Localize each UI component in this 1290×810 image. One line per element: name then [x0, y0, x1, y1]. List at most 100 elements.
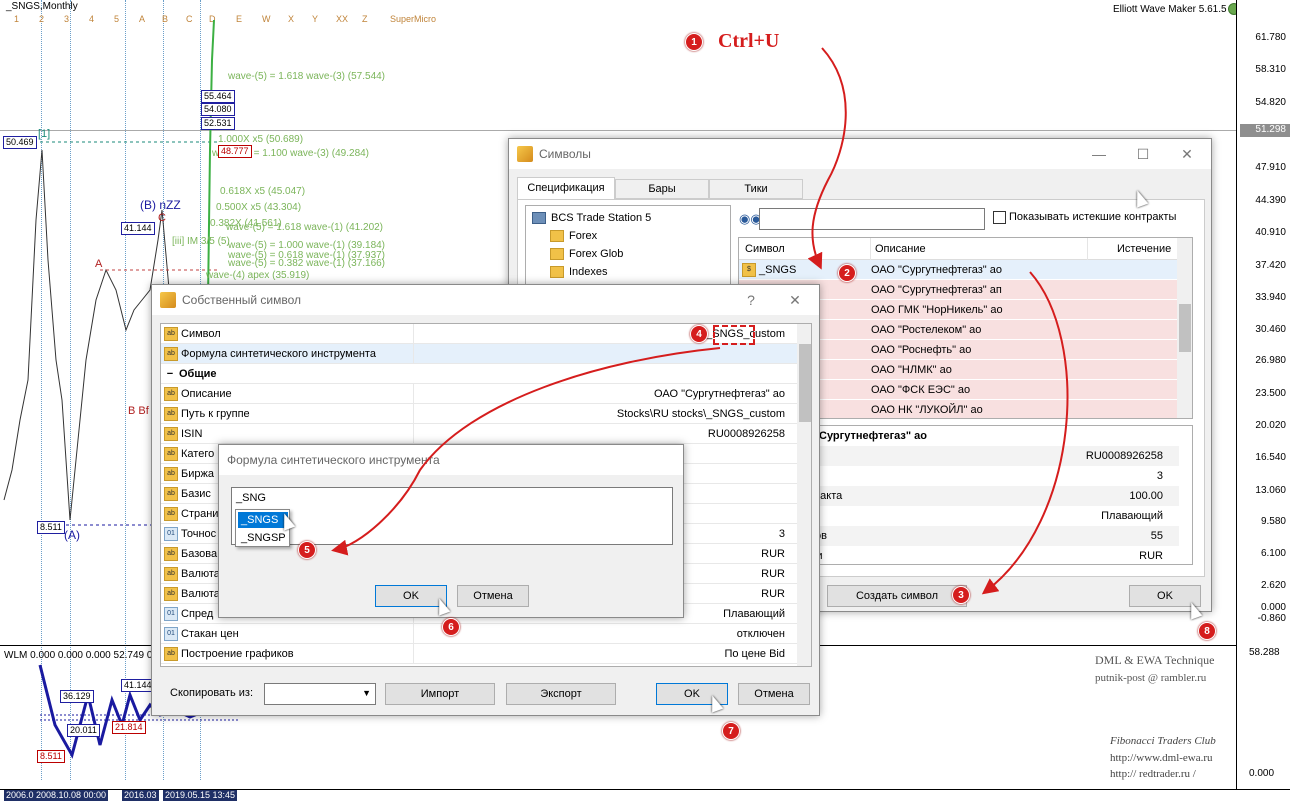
- property-row[interactable]: ab Формула синтетического инструмента: [161, 343, 797, 364]
- price-label: 16.540: [1255, 452, 1286, 463]
- step-8-badge: 8: [1198, 622, 1216, 640]
- custom-title: Собственный символ: [182, 293, 302, 307]
- price-axis: 61.780 58.310 54.820 47.910 44.390 40.910 37.4…: [1236, 0, 1290, 790]
- text-icon: ab: [164, 446, 178, 461]
- col-description[interactable]: Описание: [875, 243, 926, 255]
- detail-value: 55: [1150, 530, 1163, 542]
- time-label: 2016.03: [122, 790, 159, 801]
- col-symbol[interactable]: Символ: [745, 243, 785, 255]
- property-key: ISIN: [181, 427, 203, 440]
- step-7-badge: 7: [722, 722, 740, 740]
- symbols-title-bar[interactable]: Символы — ☐ ✕: [509, 139, 1211, 169]
- formula-input[interactable]: _SNG: [231, 487, 673, 545]
- step-2-badge: 2: [838, 264, 856, 282]
- text-icon: ab: [164, 546, 178, 561]
- price-label: 30.460: [1255, 324, 1286, 335]
- property-key: Стакан цен: [181, 627, 239, 640]
- step-1-badge: 1: [685, 33, 703, 51]
- property-row[interactable]: ab Описание ОАО "Сургутнефтегаз" ао: [161, 383, 797, 404]
- text-icon: ab: [164, 466, 178, 481]
- show-expired-label: Показывать истекшие контракты: [1009, 211, 1177, 223]
- symbols-scrollbar[interactable]: [1177, 238, 1192, 418]
- wave-degree-label: SuperMicro: [390, 14, 437, 24]
- row-description: ОАО "Ростелеком" ао: [871, 323, 982, 336]
- price-label: 9.580: [1260, 516, 1286, 527]
- time-label: 2019.05.15 13:45: [163, 790, 238, 801]
- formula-title-bar[interactable]: Формула синтетического инструмента: [219, 445, 683, 475]
- tree-item[interactable]: Forex Glob: [550, 245, 623, 263]
- row-description: ОАО "Сургутнефтегаз" ао: [871, 263, 1002, 276]
- price-label: 40.910: [1255, 227, 1286, 238]
- show-expired-checkbox[interactable]: [993, 211, 1006, 224]
- formula-input-value: _SNG: [236, 492, 266, 504]
- current-price-marker: 51.298: [1240, 124, 1290, 137]
- property-row[interactable]: ab Путь к группе Stocks\RU stocks\_SNGS_cu…: [161, 403, 797, 424]
- tree-item[interactable]: BCS Trade Station 5: [532, 209, 651, 227]
- property-value: По цене Bid: [413, 643, 791, 664]
- formula-popup: Формула синтетического инструмента _SNG …: [218, 444, 684, 618]
- minimize-button[interactable]: —: [1077, 139, 1121, 169]
- close-button[interactable]: ✕: [1165, 139, 1209, 169]
- sub-price-box: 20.011: [67, 724, 100, 737]
- price-label: 61.780: [1255, 32, 1286, 43]
- detail-value: RUR: [1139, 550, 1163, 562]
- text-icon: ab: [164, 566, 178, 581]
- text-icon: ab: [164, 646, 178, 661]
- folder-icon: [550, 230, 564, 242]
- fib-annotation: 1.000X x5 (50.689): [218, 134, 304, 145]
- chevron-down-icon: ▼: [362, 688, 371, 698]
- price-box: 50.469: [3, 136, 37, 149]
- property-value: RU0008926258: [413, 423, 791, 444]
- tab-bars[interactable]: Бары: [615, 179, 709, 199]
- table-row[interactable]: $ _SNGS ОАО "Сургутнефтегаз" ао: [739, 260, 1177, 280]
- symbol-tree[interactable]: BCS Trade Station 5 Forex Forex Glob Indexe…: [525, 205, 731, 285]
- symbols-app-icon: [517, 146, 533, 162]
- custom-title-bar[interactable]: Собственный символ ? ✕: [152, 285, 819, 315]
- price-label: 2.620: [1260, 580, 1286, 591]
- watermark-url1: http://www.dml-ewa.ru: [1110, 752, 1213, 764]
- copy-from-select[interactable]: ▼: [264, 683, 376, 705]
- tree-item[interactable]: Indexes: [550, 263, 608, 281]
- property-key: Путь к группе: [181, 407, 250, 420]
- property-key: Описание: [181, 387, 232, 400]
- formula-cancel-button[interactable]: Отмена: [457, 585, 529, 607]
- step-4-badge: 4: [690, 325, 708, 343]
- collapse-icon[interactable]: −: [161, 368, 179, 380]
- property-row[interactable]: ab ISIN RU0008926258: [161, 423, 797, 444]
- fib-annotation: wave-(5) = 0.382 wave-(1) (37.166): [228, 258, 386, 269]
- tree-item[interactable]: Forex: [550, 227, 597, 245]
- symbol-search-input[interactable]: [759, 208, 985, 230]
- wave-degree-label: Y: [312, 14, 319, 24]
- numeric-icon: 01: [164, 626, 178, 641]
- symbol-icon: $: [742, 262, 756, 277]
- custom-cancel-button[interactable]: Отмена: [738, 683, 810, 705]
- export-button[interactable]: Экспорт: [506, 683, 616, 705]
- create-symbol-button[interactable]: Создать символ: [827, 585, 967, 607]
- property-row[interactable]: − Общие: [161, 364, 797, 384]
- suggestion-sngsp[interactable]: _SNGSP: [238, 530, 288, 546]
- formula-title: Формула синтетического инструмента: [227, 453, 440, 467]
- import-button[interactable]: Импорт: [385, 683, 495, 705]
- wave-degree-label: X: [288, 14, 295, 24]
- price-label: 44.390: [1255, 195, 1286, 206]
- custom-close-button[interactable]: ✕: [773, 285, 817, 315]
- property-group-label: Общие: [179, 367, 217, 380]
- wave-mark-iii: [iii] IM 3/5 (5): [172, 236, 230, 247]
- property-row[interactable]: 01 Стакан цен отключен: [161, 623, 797, 644]
- copy-from-label: Скопировать из:: [170, 687, 253, 699]
- col-expiration[interactable]: Истечение: [1117, 243, 1171, 255]
- maximize-button[interactable]: ☐: [1121, 139, 1165, 169]
- tree-item-label: Indexes: [569, 266, 608, 278]
- price-label: 20.020: [1255, 420, 1286, 431]
- detail-value: RU0008926258: [1085, 450, 1163, 462]
- row-description: ОАО ГМК "НорНикель" ао: [871, 303, 1003, 316]
- sub-price-box: 21.814: [112, 721, 146, 734]
- tab-specification[interactable]: Спецификация: [517, 177, 615, 199]
- property-value: отключен: [413, 623, 791, 644]
- help-button[interactable]: ?: [729, 285, 773, 315]
- property-row[interactable]: ab Построение графиков По цене Bid: [161, 643, 797, 664]
- server-icon: [532, 212, 546, 224]
- custom-app-icon: [160, 292, 176, 308]
- property-scrollbar[interactable]: [797, 324, 811, 666]
- tab-ticks[interactable]: Тики: [709, 179, 803, 199]
